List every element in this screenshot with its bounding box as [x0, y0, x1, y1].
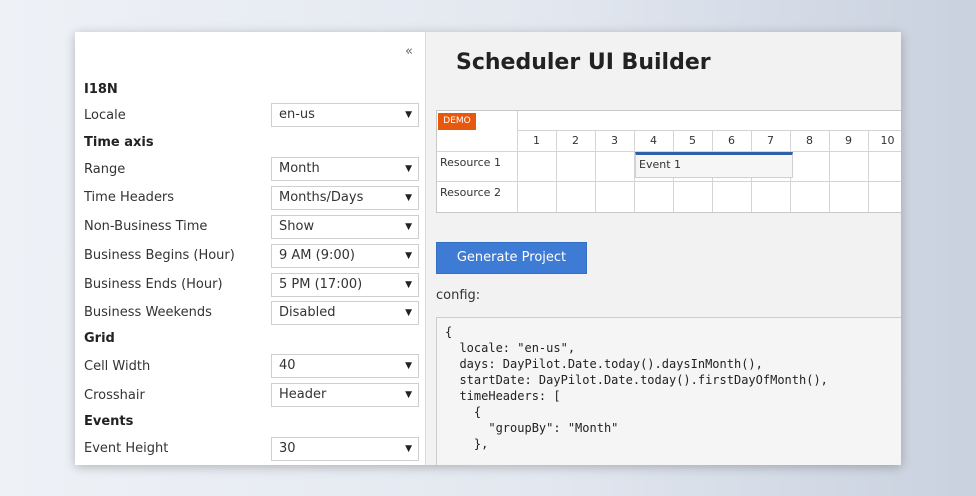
day-header: 3: [611, 134, 618, 147]
day-header: 6: [728, 134, 735, 147]
business-ends-label: Business Ends (Hour): [84, 277, 223, 292]
day-header: 5: [689, 134, 696, 147]
cell-width-label: Cell Width: [84, 359, 151, 374]
main-panel: Scheduler UI Builder DEMO 1 2 3 4 5 6 7 …: [426, 32, 901, 465]
day-header: 4: [650, 134, 657, 147]
range-label: Range: [84, 162, 126, 177]
chevron-down-icon: ▼: [405, 251, 412, 261]
resource-row-label: Resource 2: [440, 186, 501, 199]
time-headers-select[interactable]: Months/Days ▼: [271, 186, 419, 210]
chevron-down-icon: ▼: [405, 308, 412, 318]
non-business-time-select[interactable]: Show ▼: [271, 215, 419, 239]
section-events: Events: [84, 414, 134, 429]
section-grid: Grid: [84, 331, 115, 346]
config-code-block: { locale: "en-us", days: DayPilot.Date.t…: [436, 317, 901, 465]
collapse-panel-icon[interactable]: «: [405, 44, 413, 59]
day-header: 2: [572, 134, 579, 147]
day-header: 8: [806, 134, 813, 147]
day-header: 10: [880, 134, 895, 147]
page-title: Scheduler UI Builder: [456, 50, 711, 75]
business-weekends-select[interactable]: Disabled ▼: [271, 301, 419, 325]
settings-panel: « I18N Locale en-us ▼ Time axis Range Mon…: [75, 32, 426, 465]
day-header: 1: [533, 134, 540, 147]
chevron-down-icon: ▼: [405, 444, 412, 454]
crosshair-select[interactable]: Header ▼: [271, 383, 419, 407]
day-header: 7: [767, 134, 774, 147]
event-height-select[interactable]: 30 ▼: [271, 437, 419, 461]
chevron-down-icon: ▼: [405, 361, 412, 371]
day-header: 9: [845, 134, 852, 147]
chevron-down-icon: ▼: [405, 193, 412, 203]
generate-project-button[interactable]: Generate Project: [436, 242, 587, 274]
business-ends-select[interactable]: 5 PM (17:00) ▼: [271, 273, 419, 297]
chevron-down-icon: ▼: [405, 164, 412, 174]
time-headers-label: Time Headers: [84, 190, 175, 205]
chevron-down-icon: ▼: [405, 390, 412, 400]
locale-select[interactable]: en-us ▼: [271, 103, 419, 127]
business-begins-select[interactable]: 9 AM (9:00) ▼: [271, 244, 419, 268]
section-i18n: I18N: [84, 82, 118, 97]
scheduler-preview[interactable]: DEMO 1 2 3 4 5 6 7 8 9 10 Resource 1 Res…: [436, 110, 901, 213]
chevron-down-icon: ▼: [405, 280, 412, 290]
crosshair-label: Crosshair: [84, 388, 145, 403]
event-height-label: Event Height: [84, 441, 169, 456]
resource-row-label: Resource 1: [440, 156, 501, 169]
business-begins-label: Business Begins (Hour): [84, 248, 235, 263]
chevron-down-icon: ▼: [405, 110, 412, 120]
non-business-time-label: Non-Business Time: [84, 219, 208, 234]
demo-badge: DEMO: [438, 113, 476, 130]
config-label: config:: [436, 288, 481, 303]
range-select[interactable]: Month ▼: [271, 157, 419, 181]
chevron-down-icon: ▼: [405, 222, 412, 232]
business-weekends-label: Business Weekends: [84, 305, 212, 320]
cell-width-select[interactable]: 40 ▼: [271, 354, 419, 378]
locale-label: Locale: [84, 108, 126, 123]
section-time-axis: Time axis: [84, 135, 154, 150]
scheduler-event[interactable]: Event 1: [635, 152, 793, 178]
app-window: « I18N Locale en-us ▼ Time axis Range Mon…: [75, 32, 901, 465]
